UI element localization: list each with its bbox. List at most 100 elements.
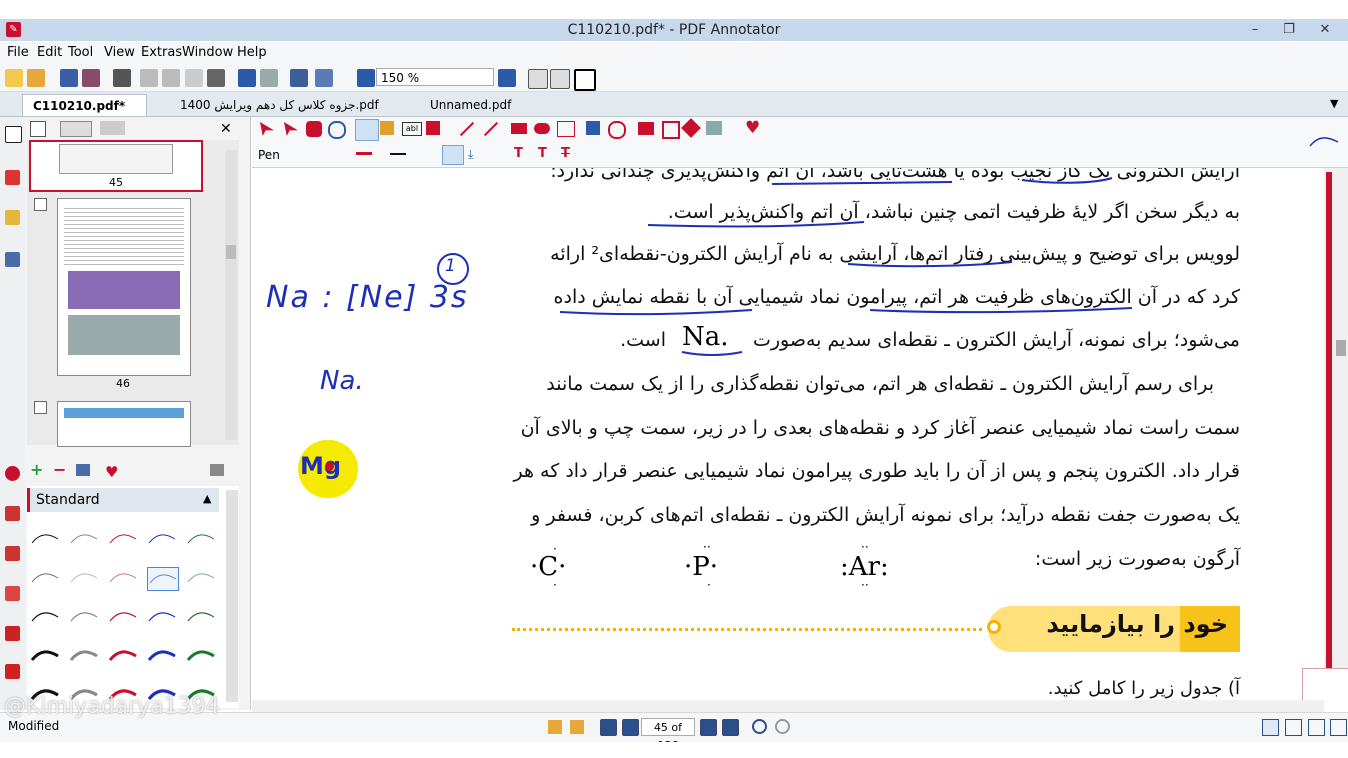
save-icon[interactable] — [60, 69, 78, 87]
collapse-chevron-icon[interactable]: ▲ — [203, 492, 211, 505]
pen-preset[interactable] — [69, 645, 99, 667]
pen-preset[interactable] — [108, 606, 138, 628]
eraser-tool-icon[interactable] — [586, 121, 600, 135]
pen-tool-icon[interactable] — [5, 506, 20, 521]
single-page-icon[interactable] — [528, 69, 548, 89]
pen-tool-active[interactable] — [355, 119, 379, 141]
pen-icon[interactable] — [5, 170, 20, 185]
prev-doc-icon[interactable] — [548, 720, 562, 734]
pen-preset[interactable] — [186, 528, 216, 550]
menu-extras[interactable]: Extras — [141, 45, 182, 60]
pen-preset[interactable] — [186, 645, 216, 667]
first-page-button[interactable] — [600, 719, 617, 736]
pen-preset[interactable] — [30, 606, 60, 628]
pen-preset[interactable] — [30, 645, 60, 667]
add-tool-icon[interactable]: + — [30, 462, 44, 478]
tool-scrollbar[interactable] — [226, 490, 238, 702]
pen-color-swatch[interactable] — [356, 152, 372, 155]
highlighter-icon[interactable] — [5, 546, 20, 561]
maximize-button[interactable]: ❐ — [1274, 20, 1304, 39]
close-button[interactable]: ✕ — [1310, 20, 1340, 39]
view-facing-icon[interactable] — [1308, 719, 1325, 736]
menu-view[interactable]: View — [104, 45, 135, 60]
redo-icon[interactable] — [260, 69, 278, 87]
layout-icon[interactable] — [315, 69, 333, 87]
pen-preset[interactable] — [108, 645, 138, 667]
favorite-heart-icon[interactable]: ♥ — [105, 463, 118, 481]
next-page-button[interactable] — [700, 719, 717, 736]
thumbnail-checkbox-46[interactable] — [34, 198, 47, 211]
text-format-icon[interactable]: T — [514, 146, 523, 161]
cut-icon[interactable] — [140, 69, 158, 87]
menu-window[interactable]: Window — [182, 45, 233, 60]
highlighter-tool-icon[interactable] — [380, 121, 394, 135]
thumbnail-page-47[interactable] — [57, 401, 191, 447]
tab-unnamed[interactable]: Unnamed.pdf — [420, 94, 540, 116]
text-underline-icon[interactable]: T — [538, 146, 547, 161]
measure-tool-icon[interactable] — [557, 121, 575, 137]
open-folder-icon[interactable] — [27, 69, 45, 87]
fit-page-icon[interactable] — [550, 69, 570, 89]
tab-c110210[interactable]: C110210.pdf* — [22, 94, 147, 116]
vertical-scroll-thumb[interactable] — [1336, 340, 1346, 356]
thumbnail-page-46[interactable] — [57, 198, 191, 376]
pen-preset[interactable] — [108, 528, 138, 550]
pen-preset[interactable] — [30, 567, 60, 589]
favorites-heart-icon[interactable]: ♥ — [745, 118, 760, 138]
pen-preset[interactable] — [147, 606, 177, 628]
last-page-button[interactable] — [722, 719, 739, 736]
view-continuous-icon[interactable] — [1285, 719, 1302, 736]
remove-tool-icon[interactable]: − — [53, 462, 67, 478]
attachment-icon[interactable] — [5, 252, 20, 267]
tool-category-header[interactable]: Standard — [27, 488, 219, 512]
minimize-button[interactable]: – — [1240, 20, 1270, 39]
lasso-tool-icon[interactable] — [608, 121, 626, 139]
pen-preset[interactable] — [186, 567, 216, 589]
undo-icon[interactable] — [238, 69, 256, 87]
thumbnail-checkbox-47[interactable] — [34, 401, 47, 414]
find-icon[interactable] — [290, 69, 308, 87]
paste-icon[interactable] — [185, 69, 203, 87]
thumb-scrollbar[interactable] — [225, 150, 237, 440]
smooth-stroke-toggle[interactable] — [442, 145, 464, 165]
text-box-icon[interactable] — [5, 586, 20, 601]
pen-preset[interactable] — [69, 567, 99, 589]
view-single-icon[interactable] — [1262, 719, 1279, 736]
panel-checkbox-icon[interactable] — [5, 126, 22, 143]
zoom-tool-icon[interactable] — [328, 121, 346, 139]
menu-edit[interactable]: Edit — [37, 45, 62, 60]
rectangle-tool-icon[interactable] — [511, 123, 527, 134]
snapshot-icon[interactable] — [638, 122, 654, 135]
pen-preset[interactable] — [108, 567, 138, 589]
thumb-view-icon[interactable] — [30, 121, 46, 137]
fullscreen-icon[interactable] — [574, 69, 596, 91]
stamp-icon[interactable] — [5, 626, 20, 641]
thumb-options-icon[interactable] — [60, 121, 92, 137]
page-number-field[interactable]: 45 of 136 — [641, 718, 695, 752]
pen-preset[interactable] — [30, 528, 60, 550]
thumb-scrollbar-thumb[interactable] — [226, 245, 236, 259]
pen-preset[interactable] — [69, 528, 99, 550]
pen-preset[interactable] — [147, 528, 177, 550]
text-strike-icon[interactable]: T — [561, 146, 570, 161]
thumbnail-page-45[interactable]: 45 — [29, 140, 203, 192]
favorites-icon[interactable] — [5, 466, 20, 481]
back-view-icon[interactable] — [752, 719, 767, 734]
view-grid-icon[interactable] — [1330, 719, 1347, 736]
copy-icon[interactable] — [162, 69, 180, 87]
zoom-in-icon[interactable] — [498, 69, 516, 87]
save-as-icon[interactable] — [82, 69, 100, 87]
new-document-icon[interactable] — [5, 69, 23, 87]
prev-page-button[interactable] — [622, 719, 639, 736]
arrow-tool-icon[interactable] — [5, 664, 20, 679]
tool-settings-icon[interactable] — [210, 464, 224, 476]
folder-icon[interactable] — [5, 210, 20, 225]
insert-image-icon[interactable] — [706, 121, 722, 135]
tab-jozve[interactable]: جزوه کلاس کل دهم ویرایش 1400.pdf — [170, 94, 400, 116]
pen-preset[interactable] — [69, 606, 99, 628]
textbox-tool-icon[interactable]: abl — [402, 122, 422, 136]
menu-help[interactable]: Help — [237, 45, 267, 60]
close-panel-icon[interactable]: ✕ — [220, 121, 232, 137]
next-doc-icon[interactable] — [570, 720, 584, 734]
hand-icon[interactable] — [306, 121, 322, 137]
